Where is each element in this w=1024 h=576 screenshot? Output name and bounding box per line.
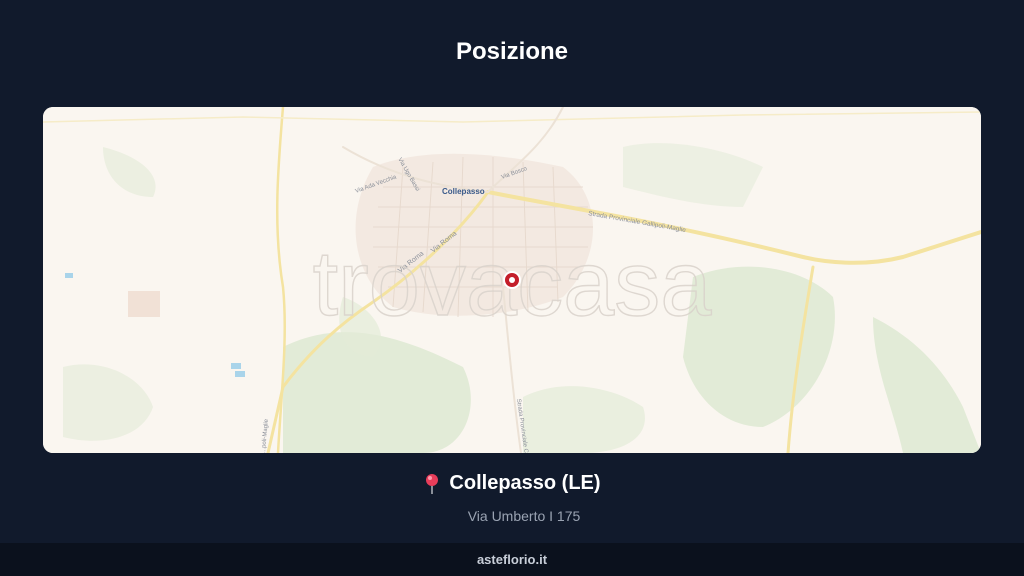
town-label: Collepasso bbox=[442, 187, 485, 196]
footer-brand[interactable]: asteflorio.it bbox=[0, 543, 1024, 576]
pin-icon bbox=[423, 473, 441, 495]
page-title: Posizione bbox=[455, 38, 569, 65]
location-info: Collepasso (LE) Via Umberto I 175 bbox=[0, 472, 1024, 524]
map-canvas[interactable]: Collepasso Via Roma Via Roma Via Ada Vec… bbox=[43, 107, 981, 453]
map-pin-icon[interactable] bbox=[503, 271, 521, 289]
location-title: Collepasso (LE) bbox=[449, 472, 601, 494]
field-patch bbox=[128, 291, 160, 317]
map[interactable]: Collepasso Via Roma Via Roma Via Ada Vec… bbox=[43, 107, 981, 453]
location-address: Via Umberto I 175 bbox=[467, 507, 581, 524]
